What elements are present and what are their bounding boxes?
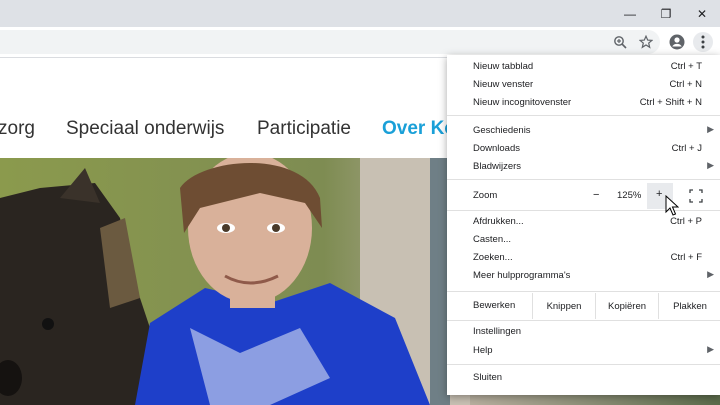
menu-item-print[interactable]: Afdrukken... Ctrl + P bbox=[447, 213, 720, 231]
menu-item-shortcut: Ctrl + P bbox=[670, 216, 702, 227]
fullscreen-icon[interactable] bbox=[689, 189, 703, 203]
menu-item-exit[interactable]: Sluiten bbox=[447, 369, 720, 387]
menu-item-new-incognito[interactable]: Nieuw incognitovenster Ctrl + Shift + N bbox=[447, 94, 720, 112]
menu-item-shortcut: Ctrl + Shift + N bbox=[639, 97, 702, 108]
menu-item-label: Nieuw venster bbox=[473, 79, 534, 90]
zoom-out-button[interactable]: − bbox=[593, 189, 599, 201]
menu-item-downloads[interactable]: Downloads Ctrl + J bbox=[447, 140, 720, 158]
menu-separator bbox=[447, 210, 720, 211]
star-icon[interactable] bbox=[636, 32, 656, 52]
menu-item-label: Instellingen bbox=[473, 326, 522, 337]
paste-button[interactable]: Plakken bbox=[658, 293, 720, 319]
zoom-icon[interactable] bbox=[610, 32, 630, 52]
menu-item-label: Downloads bbox=[473, 143, 520, 154]
minimize-icon: — bbox=[624, 6, 636, 21]
menu-separator bbox=[447, 115, 720, 116]
menu-item-label: Geschiedenis bbox=[473, 125, 531, 136]
submenu-arrow-icon: ▶ bbox=[707, 124, 714, 134]
menu-item-label: Sluiten bbox=[473, 372, 503, 383]
browser-toolbar bbox=[0, 27, 720, 58]
copy-button[interactable]: Kopiëren bbox=[595, 293, 658, 319]
menu-item-help[interactable]: Help ▶ bbox=[447, 342, 720, 360]
menu-item-shortcut: Ctrl + T bbox=[670, 61, 702, 72]
restore-button[interactable]: ❐ bbox=[648, 0, 684, 27]
zoom-label: Zoom bbox=[473, 190, 498, 201]
nav-item-participatie[interactable]: Participatie bbox=[257, 118, 351, 140]
account-icon[interactable] bbox=[667, 32, 687, 52]
edit-label: Bewerken bbox=[473, 300, 516, 311]
menu-item-new-tab[interactable]: Nieuw tabblad Ctrl + T bbox=[447, 58, 720, 76]
menu-item-label: Help bbox=[473, 345, 493, 356]
edit-row: Bewerken Knippen Kopiëren Plakken bbox=[447, 293, 720, 319]
restore-icon: ❐ bbox=[660, 6, 672, 21]
menu-item-cast[interactable]: Casten... bbox=[447, 231, 720, 249]
menu-item-find[interactable]: Zoeken... Ctrl + F bbox=[447, 249, 720, 267]
menu-item-shortcut: Ctrl + J bbox=[671, 143, 702, 154]
menu-item-label: Zoeken... bbox=[473, 252, 513, 263]
title-bar: — ❐ ✕ bbox=[0, 0, 720, 27]
zoom-in-label: + bbox=[656, 188, 663, 200]
menu-separator bbox=[447, 291, 720, 292]
minimize-button[interactable]: — bbox=[612, 0, 648, 27]
nav-item-zorg[interactable]: zorg bbox=[0, 118, 35, 140]
menu-item-label: Nieuw tabblad bbox=[473, 61, 534, 72]
cut-label: Knippen bbox=[546, 300, 582, 312]
menu-item-new-window[interactable]: Nieuw venster Ctrl + N bbox=[447, 76, 720, 94]
menu-item-settings[interactable]: Instellingen bbox=[447, 323, 720, 341]
nav-item-over[interactable]: Over Ko bbox=[382, 118, 456, 140]
cut-button[interactable]: Knippen bbox=[532, 293, 595, 319]
zoom-level: 125% bbox=[617, 190, 642, 201]
menu-separator bbox=[447, 364, 720, 365]
submenu-arrow-icon: ▶ bbox=[707, 269, 714, 279]
kebab-menu-icon[interactable] bbox=[693, 32, 713, 52]
menu-item-bookmarks[interactable]: Bladwijzers ▶ bbox=[447, 158, 720, 176]
zoom-row: Zoom − 125% + bbox=[447, 183, 720, 209]
menu-item-history[interactable]: Geschiedenis ▶ bbox=[447, 122, 720, 140]
menu-item-label: Casten... bbox=[473, 234, 512, 245]
menu-item-shortcut: Ctrl + N bbox=[669, 79, 702, 90]
menu-item-shortcut: Ctrl + F bbox=[670, 252, 702, 263]
submenu-arrow-icon: ▶ bbox=[707, 160, 714, 170]
browser-menu: Nieuw tabblad Ctrl + T Nieuw venster Ctrl … bbox=[447, 55, 720, 395]
menu-item-more-tools[interactable]: Meer hulpprogramma's ▶ bbox=[447, 267, 720, 285]
submenu-arrow-icon: ▶ bbox=[707, 344, 714, 354]
menu-item-label: Meer hulpprogramma's bbox=[473, 270, 571, 281]
paste-label: Plakken bbox=[673, 300, 707, 312]
nav-item-speciaal-onderwijs[interactable]: Speciaal onderwijs bbox=[66, 118, 224, 140]
menu-item-label: Nieuw incognitovenster bbox=[473, 97, 572, 108]
menu-item-label: Bladwijzers bbox=[473, 161, 522, 172]
mouse-cursor-icon bbox=[665, 194, 680, 217]
close-button[interactable]: ✕ bbox=[684, 0, 720, 27]
copy-label: Kopiëren bbox=[607, 300, 647, 312]
address-bar[interactable] bbox=[0, 30, 660, 54]
close-icon: ✕ bbox=[696, 6, 708, 21]
menu-separator bbox=[447, 320, 720, 321]
menu-separator bbox=[447, 179, 720, 180]
menu-item-label: Afdrukken... bbox=[473, 216, 524, 227]
